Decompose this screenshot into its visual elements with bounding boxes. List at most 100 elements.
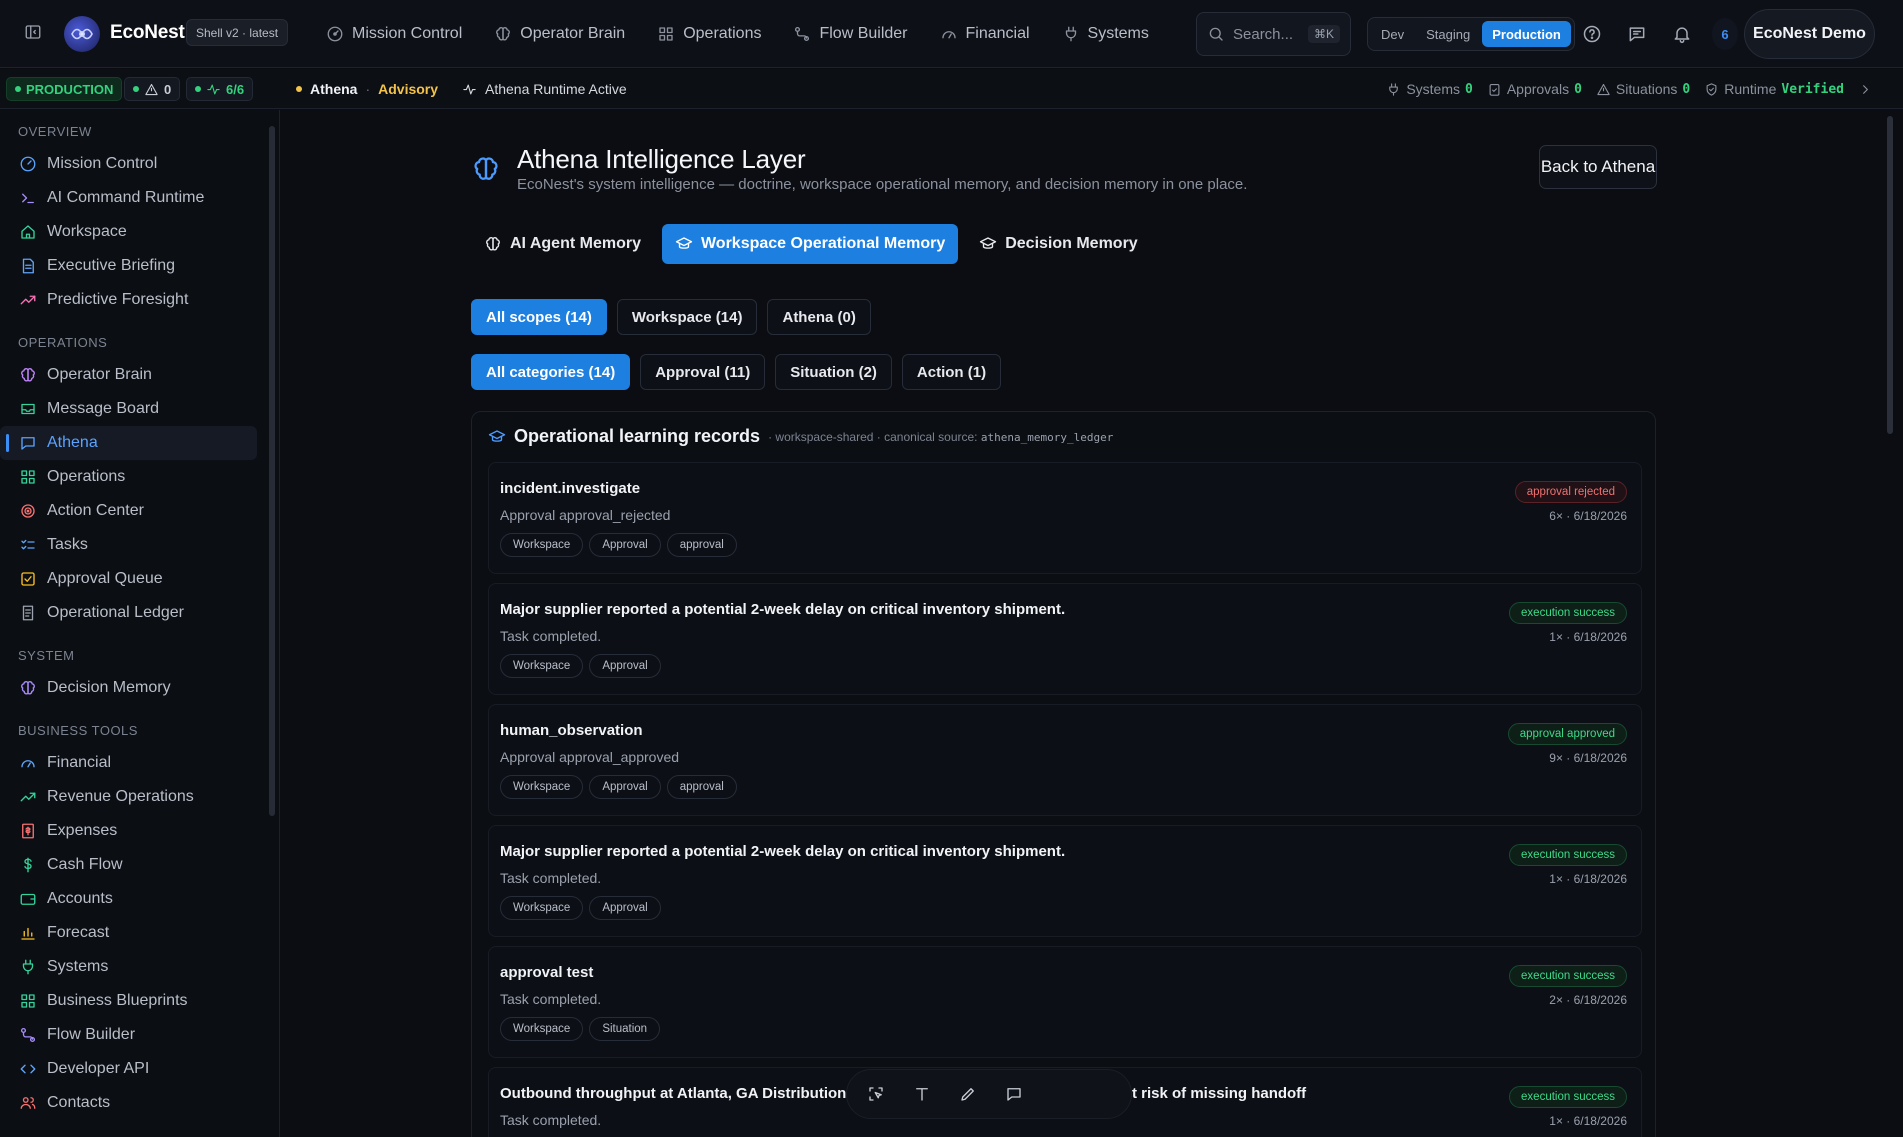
search-input[interactable]: Search... ⌘K — [1196, 12, 1351, 56]
sidebar-item-financial[interactable]: Financial — [0, 746, 257, 780]
record-tag[interactable]: Workspace — [500, 654, 584, 678]
sidebar-item-forecast[interactable]: Forecast — [0, 916, 257, 950]
memory-record[interactable]: Major supplier reported a potential 2-we… — [488, 583, 1642, 695]
record-count-date: 6× · 6/18/2026 — [1549, 509, 1627, 523]
record-tag[interactable]: Workspace — [500, 533, 584, 557]
stat-runtime[interactable]: Runtime Verified — [1704, 81, 1844, 97]
stat-systems[interactable]: Systems 0 — [1386, 81, 1473, 97]
stat-value: Verified — [1781, 81, 1844, 97]
sidebar-item-flow-builder[interactable]: Flow Builder — [0, 1018, 257, 1052]
sidebar-item-operator-brain[interactable]: Operator Brain — [0, 358, 257, 392]
record-tag[interactable]: Situation — [589, 1017, 661, 1041]
sidebar-item-action-center[interactable]: Action Center — [0, 494, 257, 528]
nav-financial[interactable]: Financial — [940, 25, 1047, 43]
sidebar-item-label: Athena — [47, 434, 98, 451]
brain-icon — [486, 237, 500, 251]
env-dev-button[interactable]: Dev — [1371, 21, 1414, 47]
environment-switcher: Dev Staging Production — [1367, 17, 1575, 51]
filter-action[interactable]: Action (1) — [901, 354, 1002, 390]
sidebar-item-contacts[interactable]: Contacts — [0, 1086, 257, 1120]
bell-icon[interactable] — [1672, 24, 1692, 44]
sidebar-item-business-blueprints[interactable]: Business Blueprints — [0, 984, 257, 1018]
tab-ai-agent-memory[interactable]: AI Agent Memory — [471, 224, 654, 264]
environment-badge[interactable]: PRODUCTION — [6, 77, 123, 101]
tab-label: Workspace Operational Memory — [700, 235, 946, 252]
sidebar-item-developer-api[interactable]: Developer API — [0, 1052, 257, 1086]
sidebar-item-executive-briefing[interactable]: Executive Briefing — [0, 249, 257, 283]
pencil-icon[interactable] — [959, 1085, 977, 1103]
main-scrollbar[interactable] — [1887, 116, 1893, 434]
learning-records-panel: Operational learning records · workspace… — [471, 411, 1656, 1137]
notification-count[interactable]: 6 — [1712, 18, 1738, 50]
tab-workspace-operational-memory[interactable]: Workspace Operational Memory — [661, 224, 959, 264]
sidebar-item-message-board[interactable]: Message Board — [0, 392, 257, 426]
filter-approval[interactable]: Approval (11) — [640, 354, 766, 390]
nav-operations[interactable]: Operations — [657, 25, 778, 43]
econest-logo[interactable] — [64, 16, 100, 52]
tab-decision-memory[interactable]: Decision Memory — [966, 224, 1150, 264]
record-tag[interactable]: Approval — [589, 533, 661, 557]
filter-situation[interactable]: Situation (2) — [775, 354, 892, 390]
sidebar-item-ai-command-runtime[interactable]: AI Command Runtime — [0, 181, 257, 215]
text-icon[interactable] — [913, 1085, 931, 1103]
memory-record[interactable]: approval test Task completed. Workspace … — [488, 946, 1642, 1058]
filter-athena-scope[interactable]: Athena (0) — [767, 299, 871, 335]
record-tag[interactable]: Workspace — [500, 775, 584, 799]
back-to-athena-button[interactable]: Back to Athena — [1539, 145, 1657, 189]
sidebar-scrollbar[interactable] — [269, 126, 275, 816]
record-tag[interactable]: Approval — [589, 775, 661, 799]
record-tag[interactable]: Workspace — [500, 1017, 584, 1041]
sidebar-item-expenses[interactable]: Expenses — [0, 814, 257, 848]
health-badge[interactable]: 6/6 — [186, 77, 254, 101]
sidebar-item-operations[interactable]: Operations — [0, 460, 257, 494]
record-title-left: Outbound throughput at Atlanta, GA Distr… — [500, 1085, 847, 1102]
primary-nav: Mission Control Operator Brain Operation… — [326, 0, 1181, 68]
memory-record[interactable]: human_observation Approval approval_appr… — [488, 704, 1642, 816]
env-staging-button[interactable]: Staging — [1416, 21, 1480, 47]
help-icon[interactable] — [1582, 24, 1602, 44]
check-square-icon — [21, 572, 35, 586]
sidebar-item-athena[interactable]: Athena — [0, 426, 257, 460]
activity-icon — [207, 84, 220, 94]
env-production-button[interactable]: Production — [1482, 21, 1571, 47]
messages-icon[interactable] — [1627, 24, 1647, 44]
record-tag[interactable]: Workspace — [500, 896, 584, 920]
sidebar-item-operational-ledger[interactable]: Operational Ledger — [0, 596, 257, 630]
nav-mission-control[interactable]: Mission Control — [326, 25, 479, 43]
record-tag[interactable]: approval — [666, 775, 737, 799]
search-placeholder: Search... — [1233, 25, 1294, 43]
nav-operator-brain[interactable]: Operator Brain — [494, 25, 642, 43]
comment-icon[interactable] — [1005, 1085, 1023, 1103]
sidebar-item-approval-queue[interactable]: Approval Queue — [0, 562, 257, 596]
record-tag[interactable]: Approval — [589, 896, 661, 920]
warning-badge[interactable]: 0 — [124, 77, 181, 101]
chevron-right-icon[interactable] — [1858, 82, 1873, 97]
sidebar-item-accounts[interactable]: Accounts — [0, 882, 257, 916]
memory-record[interactable]: Major supplier reported a potential 2-we… — [488, 825, 1642, 937]
sidebar-toggle-icon[interactable] — [24, 23, 42, 41]
filter-workspace-scope[interactable]: Workspace (14) — [616, 299, 758, 335]
nav-systems[interactable]: Systems — [1062, 25, 1166, 43]
nav-flow-builder[interactable]: Flow Builder — [793, 25, 924, 43]
brain-icon — [21, 368, 35, 382]
sidebar-item-label: Action Center — [47, 502, 144, 519]
sidebar-item-predictive-foresight[interactable]: Predictive Foresight — [0, 283, 257, 317]
sidebar-item-systems[interactable]: Systems — [0, 950, 257, 984]
sidebar-item-decision-memory[interactable]: Decision Memory — [0, 671, 257, 705]
stat-situations[interactable]: Situations 0 — [1596, 81, 1690, 97]
filter-all-categories[interactable]: All categories (14) — [471, 354, 631, 390]
account-button[interactable]: EcoNest Demo — [1744, 9, 1875, 59]
wallet-icon — [20, 893, 36, 905]
sidebar-item-cash-flow[interactable]: Cash Flow — [0, 848, 257, 882]
record-tag[interactable]: approval — [666, 533, 737, 557]
sidebar-item-mission-control[interactable]: Mission Control — [0, 147, 257, 181]
stat-approvals[interactable]: Approvals 0 — [1487, 81, 1582, 97]
record-tag[interactable]: Approval — [589, 654, 661, 678]
memory-record[interactable]: incident.investigate Approval approval_r… — [488, 462, 1642, 574]
sidebar-item-workspace[interactable]: Workspace — [0, 215, 257, 249]
sidebar-item-tasks[interactable]: Tasks — [0, 528, 257, 562]
sidebar-item-revenue-operations[interactable]: Revenue Operations — [0, 780, 257, 814]
brand-name[interactable]: EcoNest — [110, 22, 185, 44]
select-icon[interactable] — [867, 1085, 885, 1103]
filter-all-scopes[interactable]: All scopes (14) — [471, 299, 607, 335]
